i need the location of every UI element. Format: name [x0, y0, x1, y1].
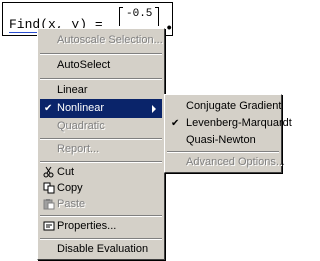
- menu-item-autoselect[interactable]: AutoSelect: [40, 56, 162, 75]
- scissors-icon: [43, 166, 54, 178]
- matrix-right-bracket: [155, 7, 159, 26]
- menu-item-disable-evaluation[interactable]: Disable Evaluation: [40, 240, 162, 259]
- menu-item-nonlinear[interactable]: ✔ Nonlinear: [40, 99, 162, 118]
- menu-item-quadratic[interactable]: Quadratic: [40, 117, 162, 136]
- submenu-item-quasi-newton[interactable]: Quasi-Newton: [167, 131, 279, 150]
- paste-icon: [43, 199, 55, 210]
- menu-item-label: Copy: [57, 182, 83, 194]
- menu-separator: [40, 78, 162, 80]
- menu-item-label: AutoSelect: [57, 59, 111, 71]
- menu-item-properties[interactable]: Properties...: [40, 217, 162, 236]
- copy-icon: [43, 182, 55, 194]
- submenu-item-advanced-options[interactable]: Advanced Options...: [167, 153, 285, 172]
- menu-item-report[interactable]: Report...: [40, 140, 162, 159]
- menu-item-label: Disable Evaluation: [57, 243, 149, 255]
- checkmark-icon: ✔: [44, 103, 53, 114]
- expression-underline: [9, 32, 37, 33]
- menu-separator: [40, 53, 162, 55]
- matrix-left-bracket: [119, 7, 123, 26]
- context-menu: Autoscale Selection... AutoSelect Linear…: [37, 28, 165, 260]
- matrix-value: -0.5: [126, 8, 153, 20]
- menu-item-linear[interactable]: Linear: [40, 81, 162, 100]
- menu-item-label: Quasi-Newton: [186, 134, 256, 146]
- menu-item-label: Quadratic: [57, 120, 105, 132]
- submenu-arrow-icon: [152, 105, 156, 113]
- menu-item-label: Levenberg-Marquardt: [186, 117, 292, 129]
- menu-item-label: Nonlinear: [57, 102, 105, 114]
- expression-trailing-mark: •: [165, 21, 174, 37]
- menu-item-label: Conjugate Gradient: [186, 100, 282, 112]
- menu-item-label: Report...: [57, 143, 100, 155]
- menu-item-label: Linear: [57, 84, 88, 96]
- menu-item-autoscale-selection[interactable]: Autoscale Selection...: [40, 31, 163, 50]
- nonlinear-submenu: Conjugate Gradient ✔ Levenberg-Marquardt…: [164, 94, 292, 173]
- menu-item-label: Properties...: [57, 220, 117, 232]
- menu-item-label: Cut: [57, 166, 75, 178]
- menu-item-label: Autoscale Selection...: [57, 34, 163, 46]
- properties-icon: [43, 221, 55, 231]
- menu-item-paste[interactable]: Paste: [40, 195, 162, 214]
- menu-item-label: Advanced Options...: [186, 156, 286, 168]
- menu-item-label: Paste: [57, 198, 86, 210]
